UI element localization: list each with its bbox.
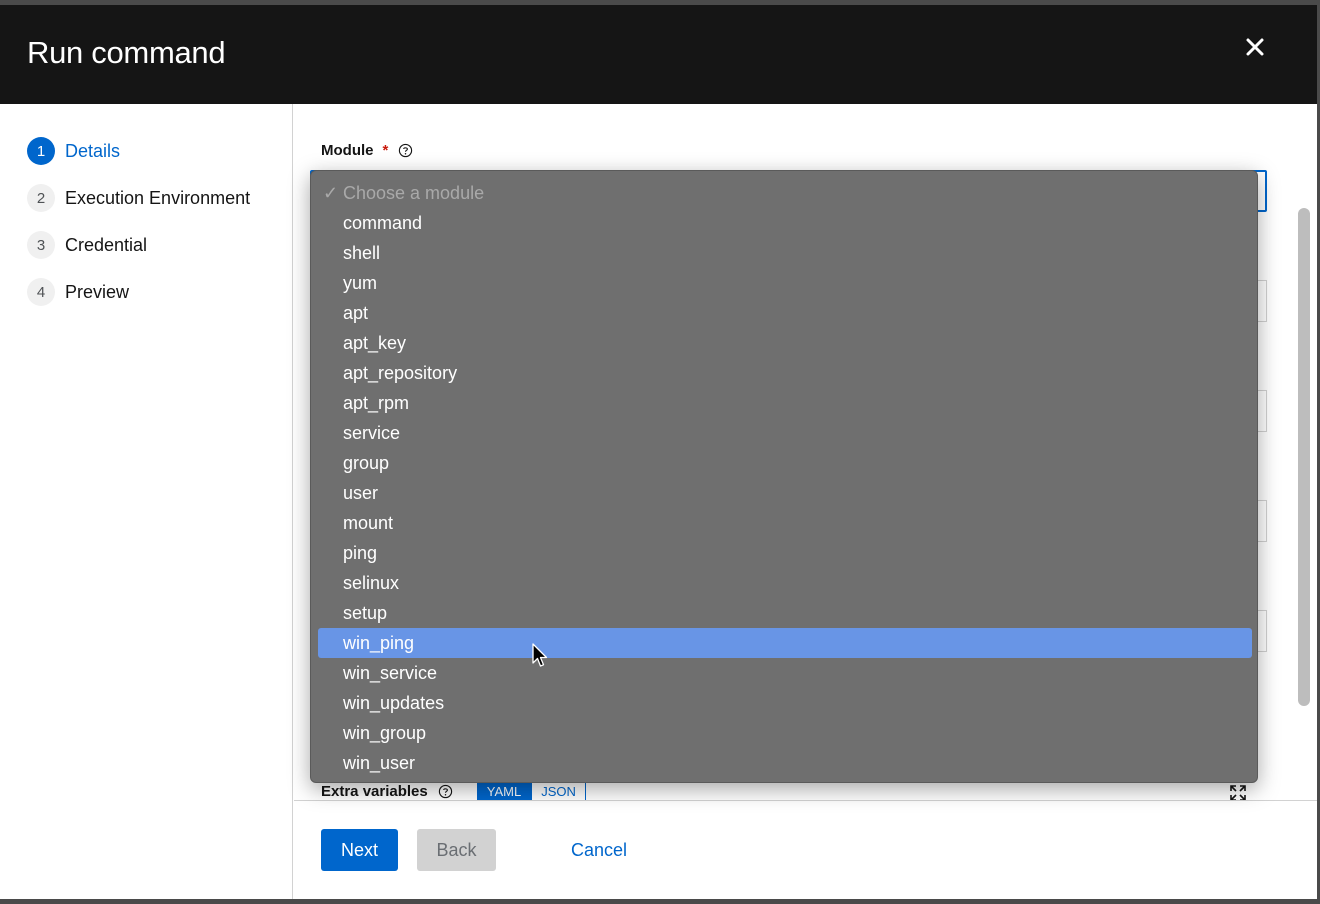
next-button[interactable]: Next [321, 829, 398, 871]
module-dropdown-list: ✓ Choose a module command shell yum apt … [310, 170, 1258, 783]
close-icon[interactable] [1243, 35, 1267, 59]
wizard-step-preview[interactable]: 4 Preview [27, 278, 129, 306]
wizard-step-details[interactable]: 1 Details [27, 137, 120, 165]
dropdown-option[interactable]: service [318, 418, 1252, 448]
module-field-label: Module * [321, 142, 413, 159]
screen-frame: Run command 1 Details 2 Execution Enviro… [0, 0, 1320, 904]
module-label: Module [321, 142, 374, 159]
content-scrollbar[interactable] [1298, 208, 1310, 706]
modal-header: Run command [0, 5, 1317, 104]
back-button[interactable]: Back [417, 829, 496, 871]
toggle-json[interactable]: JSON [531, 780, 586, 802]
dropdown-option-highlighted[interactable]: win_ping [318, 628, 1252, 658]
dropdown-option[interactable]: shell [318, 238, 1252, 268]
step-number: 4 [27, 278, 55, 306]
step-label: Details [65, 140, 121, 161]
dropdown-option[interactable]: apt [318, 298, 1252, 328]
dropdown-option[interactable]: mount [318, 508, 1252, 538]
checkmark-icon: ✓ [323, 182, 339, 203]
help-icon[interactable] [438, 784, 453, 799]
dropdown-option[interactable]: yum [318, 268, 1252, 298]
dropdown-option[interactable]: win_updates [318, 688, 1252, 718]
mouse-pointer-icon [531, 643, 549, 669]
modal-title: Run command [27, 35, 226, 70]
dropdown-option[interactable]: apt_repository [318, 358, 1252, 388]
step-label: Credential [65, 234, 148, 255]
step-number: 2 [27, 184, 55, 212]
cancel-button[interactable]: Cancel [554, 829, 644, 871]
dropdown-option[interactable]: apt_rpm [318, 388, 1252, 418]
dropdown-option[interactable]: ping [318, 538, 1252, 568]
dropdown-option[interactable]: win_user [318, 748, 1252, 778]
format-toggle-group: YAML JSON [476, 780, 586, 802]
toggle-yaml[interactable]: YAML [476, 780, 532, 802]
step-label: Execution Environment [65, 187, 251, 208]
wizard-nav: 1 Details 2 Execution Environment 3 Cred… [0, 104, 293, 899]
extra-variables-row: Extra variables YAML JSON [321, 780, 586, 802]
extra-variables-label: Extra variables [321, 782, 428, 800]
step-number: 3 [27, 231, 55, 259]
dropdown-option[interactable]: apt_key [318, 328, 1252, 358]
dropdown-option[interactable]: selinux [318, 568, 1252, 598]
step-label: Preview [65, 281, 130, 302]
dropdown-option[interactable]: user [318, 478, 1252, 508]
wizard-step-credential[interactable]: 3 Credential [27, 231, 147, 259]
dropdown-placeholder[interactable]: ✓ Choose a module [318, 178, 1252, 208]
required-marker: * [382, 142, 389, 159]
step-number: 1 [27, 137, 55, 165]
dropdown-option[interactable]: command [318, 208, 1252, 238]
dropdown-option[interactable]: setup [318, 598, 1252, 628]
help-icon[interactable] [398, 143, 413, 158]
placeholder-text: Choose a module [343, 182, 485, 203]
wizard-footer: Next Back Cancel [294, 800, 1317, 899]
dropdown-option[interactable]: win_group [318, 718, 1252, 748]
wizard-step-execution-environment[interactable]: 2 Execution Environment [27, 184, 250, 212]
dropdown-option[interactable]: group [318, 448, 1252, 478]
dropdown-option[interactable]: win_service [318, 658, 1252, 688]
